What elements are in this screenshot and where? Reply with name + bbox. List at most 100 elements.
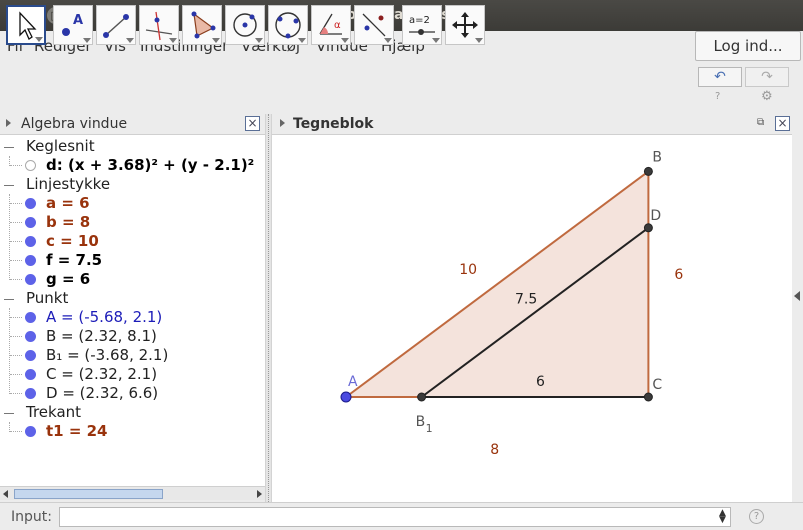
splitter-grip[interactable] bbox=[268, 114, 270, 502]
visibility-toggle-icon[interactable] bbox=[25, 236, 36, 247]
algebra-item[interactable]: t1 = 24 bbox=[46, 422, 108, 440]
scroll-left-icon[interactable] bbox=[3, 490, 8, 498]
algebra-item[interactable]: D = (2.32, 6.6) bbox=[46, 384, 158, 402]
collapse-group-icon[interactable] bbox=[4, 147, 14, 148]
tool-menu-triangle-icon bbox=[126, 38, 134, 43]
algebra-item[interactable]: c = 10 bbox=[46, 232, 99, 250]
reflect-tool-button[interactable] bbox=[354, 5, 394, 45]
reflect-line-icon bbox=[362, 13, 386, 37]
perpendicular-tool-button[interactable] bbox=[139, 5, 179, 45]
graphics-view-header: Tegneblok ⧉ × bbox=[272, 114, 792, 135]
graphics-view[interactable]: 10 6 8 7.5 6 A B B 1 C D bbox=[272, 135, 792, 502]
algebra-view[interactable]: Keglesnit d: (x + 3.68)² + (y - 2.1)² Linj… bbox=[0, 135, 265, 486]
caret-right-icon[interactable] bbox=[280, 119, 285, 127]
visibility-toggle-icon[interactable] bbox=[25, 369, 36, 380]
tree-line bbox=[9, 156, 10, 166]
collapse-group-icon[interactable] bbox=[4, 413, 14, 414]
point-B1[interactable] bbox=[417, 392, 427, 402]
slider-tool-button[interactable]: a=2 bbox=[402, 5, 442, 45]
move-tool-button[interactable] bbox=[6, 5, 46, 45]
close-icon[interactable]: × bbox=[245, 116, 260, 131]
point-label-D: D bbox=[650, 208, 661, 224]
segment-label-f: 7.5 bbox=[515, 291, 537, 307]
polygon-icon bbox=[191, 11, 216, 39]
input-help-icon[interactable]: ? bbox=[749, 509, 764, 524]
tool-menu-triangle-icon bbox=[475, 38, 483, 43]
tree-connector bbox=[10, 355, 22, 356]
scroll-right-icon[interactable] bbox=[257, 490, 262, 498]
help-icon[interactable]: ? bbox=[715, 91, 720, 102]
panel-splitter[interactable] bbox=[265, 114, 272, 502]
visibility-toggle-icon[interactable] bbox=[25, 312, 36, 323]
slider-icon: a=2 bbox=[409, 15, 435, 35]
point-B[interactable] bbox=[643, 166, 653, 176]
input-field[interactable] bbox=[59, 507, 731, 527]
scrollbar-thumb[interactable] bbox=[14, 489, 163, 499]
visibility-toggle-icon[interactable] bbox=[25, 255, 36, 266]
undock-icon[interactable]: ⧉ bbox=[757, 117, 764, 128]
visibility-toggle-icon[interactable] bbox=[25, 198, 36, 209]
move-view-tool-button[interactable] bbox=[445, 5, 485, 45]
horizontal-scrollbar[interactable] bbox=[0, 486, 265, 500]
algebra-item[interactable]: a = 6 bbox=[46, 194, 90, 212]
move-graphics-icon bbox=[452, 12, 478, 38]
visibility-toggle-icon[interactable] bbox=[25, 217, 36, 228]
algebra-item[interactable]: C = (2.32, 2.1) bbox=[46, 365, 157, 383]
redo-button[interactable]: ↷ bbox=[745, 67, 789, 87]
algebra-item[interactable]: B₁ = (-3.68, 2.1) bbox=[46, 346, 168, 364]
tree-line bbox=[9, 194, 10, 280]
point-label-B1: B bbox=[416, 414, 426, 430]
algebra-item[interactable]: f = 7.5 bbox=[46, 251, 102, 269]
tree-connector bbox=[10, 165, 22, 166]
visibility-toggle-icon[interactable] bbox=[25, 160, 36, 171]
circle-three-points-icon bbox=[275, 12, 301, 39]
algebra-item[interactable]: b = 8 bbox=[46, 213, 90, 231]
tool-menu-triangle-icon bbox=[298, 38, 306, 43]
tool-menu-triangle-icon bbox=[384, 38, 392, 43]
point-D[interactable] bbox=[643, 223, 653, 233]
point-tool-label: A bbox=[73, 13, 83, 28]
undo-button[interactable]: ↶ bbox=[698, 67, 742, 87]
tool-menu-triangle-icon bbox=[35, 37, 43, 42]
angle-tool-label: α bbox=[334, 20, 341, 31]
line-segment-icon bbox=[103, 14, 129, 38]
point-A[interactable] bbox=[340, 391, 352, 403]
algebra-item[interactable]: d: (x + 3.68)² + (y - 2.1)² bbox=[46, 156, 254, 174]
login-button[interactable]: Log ind... bbox=[695, 31, 801, 61]
algebra-group-label: Linjestykke bbox=[26, 175, 111, 193]
graphics-canvas[interactable]: 10 687.56ABB 1CD bbox=[272, 135, 792, 502]
collapse-group-icon[interactable] bbox=[4, 299, 14, 300]
angle-icon: α bbox=[319, 13, 342, 35]
polygon-tool-button[interactable] bbox=[182, 5, 222, 45]
visibility-toggle-icon[interactable] bbox=[25, 388, 36, 399]
algebra-item[interactable]: g = 6 bbox=[46, 270, 90, 288]
point-C[interactable] bbox=[643, 392, 653, 402]
line-tool-button[interactable] bbox=[96, 5, 136, 45]
visibility-toggle-icon[interactable] bbox=[25, 274, 36, 285]
angle-tool-button[interactable]: α bbox=[311, 5, 351, 45]
input-history-icon[interactable]: ▲ ▼ bbox=[719, 509, 726, 525]
visibility-toggle-icon[interactable] bbox=[25, 331, 36, 342]
expand-sidebar-icon[interactable] bbox=[794, 291, 800, 301]
visibility-toggle-icon[interactable] bbox=[25, 350, 36, 361]
tree-connector bbox=[10, 222, 22, 223]
tool-menu-triangle-icon bbox=[432, 38, 440, 43]
circle-icon bbox=[233, 13, 257, 37]
tree-connector bbox=[10, 317, 22, 318]
conic-tool-button[interactable] bbox=[268, 5, 308, 45]
circle-tool-button[interactable] bbox=[225, 5, 265, 45]
close-icon[interactable]: × bbox=[775, 116, 790, 131]
visibility-toggle-icon[interactable] bbox=[25, 426, 36, 437]
tree-connector bbox=[10, 279, 22, 280]
gear-icon[interactable]: ⚙ bbox=[761, 89, 773, 104]
collapse-group-icon[interactable] bbox=[4, 185, 14, 186]
point-tool-button[interactable]: A bbox=[53, 5, 93, 45]
tool-menu-triangle-icon bbox=[83, 38, 91, 43]
slider-tool-label: a=2 bbox=[409, 15, 430, 26]
caret-right-icon[interactable] bbox=[6, 119, 11, 127]
tree-connector bbox=[10, 203, 22, 204]
input-label: Input: bbox=[11, 509, 52, 525]
algebra-item[interactable]: B = (2.32, 8.1) bbox=[46, 327, 157, 345]
algebra-item[interactable]: A = (-5.68, 2.1) bbox=[46, 308, 162, 326]
input-bar: Input: ▲ ▼ ? bbox=[0, 502, 803, 530]
